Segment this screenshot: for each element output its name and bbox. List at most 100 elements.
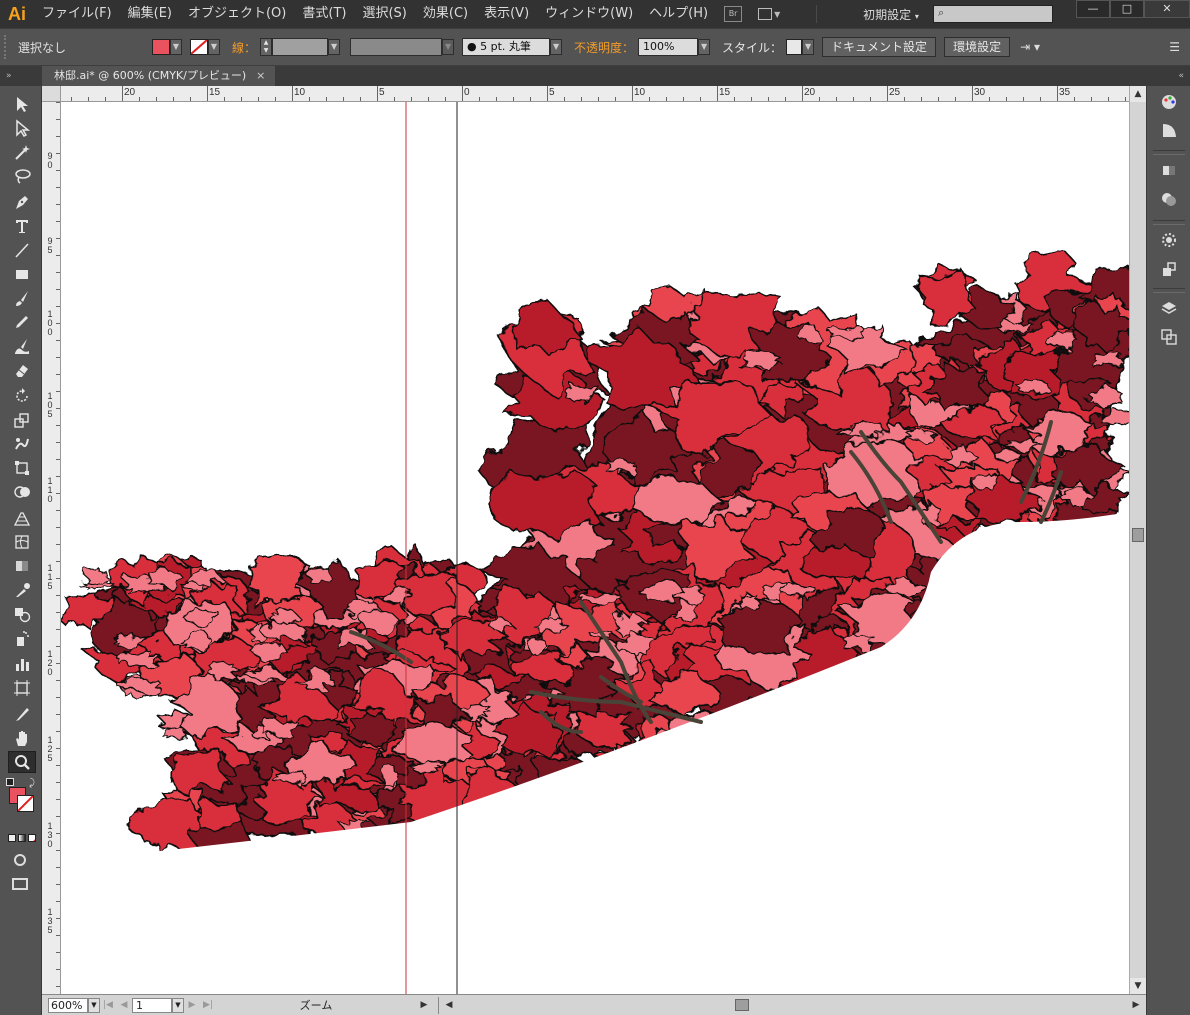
- tool-perspective-grid[interactable]: [8, 507, 36, 529]
- graphic-styles-button[interactable]: [1157, 258, 1181, 280]
- fill-swatch[interactable]: [152, 39, 170, 55]
- ruler-origin[interactable]: [42, 86, 61, 102]
- color-guide-button[interactable]: [1157, 119, 1181, 141]
- none-mode-icon[interactable]: [28, 834, 36, 842]
- tool-lasso[interactable]: [8, 165, 36, 187]
- control-bar-grip[interactable]: [4, 35, 12, 59]
- drawing-mode-icon[interactable]: [14, 854, 26, 866]
- next-artboard-icon[interactable]: ▶: [184, 998, 200, 1013]
- tool-line[interactable]: [8, 239, 36, 261]
- first-artboard-icon[interactable]: |◀: [100, 998, 116, 1013]
- fill-dropdown[interactable]: ▼: [170, 39, 182, 55]
- document-setup-button[interactable]: ドキュメント設定: [822, 37, 937, 57]
- scroll-left-arrow-icon[interactable]: ◀: [441, 997, 457, 1014]
- scroll-down-arrow-icon[interactable]: ▼: [1130, 978, 1146, 994]
- horizontal-scrollbar[interactable]: ◀ ▶: [438, 996, 1146, 1014]
- profile-dropdown[interactable]: ▼: [442, 39, 455, 55]
- transparency-button[interactable]: [1157, 188, 1181, 210]
- stroke-weight-field[interactable]: [272, 38, 329, 56]
- appearance-button[interactable]: [1157, 229, 1181, 251]
- maximize-button[interactable]: □: [1110, 0, 1144, 18]
- gradient-mode-icon[interactable]: [18, 834, 26, 842]
- stroke-dropdown[interactable]: ▼: [208, 39, 220, 55]
- tool-free-transform[interactable]: [8, 457, 36, 479]
- menu-help[interactable]: ヘルプ(H): [641, 0, 716, 28]
- zoom-level-field[interactable]: 600%: [48, 997, 88, 1013]
- brush-definition[interactable]: ● 5 pt. 丸筆: [462, 38, 551, 56]
- tool-blob-brush[interactable]: [8, 335, 36, 357]
- tools-panel-header[interactable]: »: [0, 66, 41, 86]
- arrange-documents-button[interactable]: ▼: [758, 5, 786, 23]
- tool-shape-builder[interactable]: [8, 481, 36, 503]
- color-panel-button[interactable]: [1157, 91, 1181, 113]
- layers-button[interactable]: [1157, 297, 1181, 319]
- scroll-right-arrow-icon[interactable]: ▶: [1128, 997, 1144, 1014]
- leaf-cluster[interactable]: [1092, 352, 1126, 368]
- menu-file[interactable]: ファイル(F): [34, 0, 120, 28]
- tool-pen[interactable]: [8, 191, 36, 213]
- opacity-field[interactable]: 100%: [638, 38, 699, 56]
- artboards-panel-button[interactable]: [1157, 326, 1181, 348]
- swap-fill-stroke-icon[interactable]: ⤸: [29, 778, 35, 789]
- vertical-scroll-thumb[interactable]: [1132, 528, 1144, 542]
- tool-zoom[interactable]: [8, 751, 36, 773]
- menu-select[interactable]: 選択(S): [354, 0, 414, 28]
- graphic-style-swatch[interactable]: [786, 39, 803, 55]
- tool-artboard[interactable]: [8, 677, 36, 699]
- opacity-dropdown[interactable]: ▼: [698, 39, 711, 55]
- tool-rotate[interactable]: [8, 385, 36, 407]
- stroke-weight-stepper[interactable]: ▲ ▼: [260, 38, 273, 56]
- stroke-swatch[interactable]: [190, 39, 208, 55]
- artboard-dropdown[interactable]: ▼: [172, 997, 184, 1013]
- menu-edit[interactable]: 編集(E): [120, 0, 180, 28]
- tree-illustration[interactable]: [61, 102, 1129, 994]
- tool-symbol-sprayer[interactable]: [8, 627, 36, 649]
- variable-width-profile[interactable]: [350, 38, 443, 56]
- tool-type[interactable]: [8, 215, 36, 237]
- scroll-up-arrow-icon[interactable]: ▲: [1130, 86, 1146, 102]
- fill-stroke-selector[interactable]: ⤸: [6, 778, 38, 812]
- minimize-button[interactable]: —: [1076, 0, 1110, 18]
- menu-type[interactable]: 書式(T): [294, 0, 354, 28]
- brush-dropdown[interactable]: ▼: [550, 39, 563, 55]
- bridge-button[interactable]: Br: [724, 6, 743, 22]
- tool-pencil[interactable]: [8, 311, 36, 333]
- last-artboard-icon[interactable]: ▶|: [200, 998, 216, 1013]
- tool-selection[interactable]: [8, 93, 36, 115]
- tool-blend[interactable]: [8, 603, 36, 625]
- stroke-color-swatch[interactable]: [17, 795, 34, 812]
- menu-view[interactable]: 表示(V): [476, 0, 537, 28]
- workspace-switcher[interactable]: 初期設定 ▾: [863, 6, 919, 23]
- screen-mode-icon[interactable]: [12, 878, 28, 890]
- leaf-cluster[interactable]: [605, 458, 637, 474]
- stroke-weight-dropdown[interactable]: ▼: [328, 39, 341, 55]
- color-mode-icon[interactable]: [8, 834, 16, 842]
- panel-menu-icon[interactable]: ☰: [1169, 40, 1180, 54]
- tool-magic-wand[interactable]: [8, 141, 36, 163]
- color-mode-buttons[interactable]: [8, 834, 36, 842]
- gradient-panel-button[interactable]: [1157, 159, 1181, 181]
- style-dropdown[interactable]: ▼: [802, 39, 815, 55]
- close-tab-icon[interactable]: ×: [256, 66, 265, 86]
- tool-hand[interactable]: [8, 727, 36, 749]
- menu-window[interactable]: ウィンドウ(W): [537, 0, 641, 28]
- document-tab[interactable]: 林邸.ai* @ 600% (CMYK/プレビュー) ×: [42, 66, 276, 86]
- preferences-button[interactable]: 環境設定: [944, 37, 1011, 57]
- artboard-number-field[interactable]: 1: [132, 997, 172, 1013]
- tool-mesh[interactable]: [8, 531, 36, 553]
- zoom-dropdown[interactable]: ▼: [88, 997, 100, 1013]
- status-menu-arrow-icon[interactable]: ▶: [416, 998, 432, 1013]
- default-fill-stroke-icon[interactable]: [6, 778, 14, 786]
- leaf-cluster[interactable]: [162, 727, 187, 741]
- previous-artboard-icon[interactable]: ◀: [116, 998, 132, 1013]
- align-options-icon[interactable]: ⇥ ▾: [1020, 40, 1040, 54]
- tool-gradient[interactable]: [8, 555, 36, 577]
- close-button[interactable]: ✕: [1144, 0, 1190, 18]
- artboard-canvas[interactable]: [61, 102, 1129, 994]
- search-help-field[interactable]: ⌕: [932, 5, 1053, 23]
- tool-column-graph[interactable]: [8, 653, 36, 675]
- menu-effect[interactable]: 効果(C): [415, 0, 476, 28]
- tool-slice[interactable]: [8, 703, 36, 725]
- vertical-ruler[interactable]: 9 0 9 5 1 0 0 1 0 5 1 1 0 1 1 5 1 2 0 1 2 5 1 3 …: [42, 102, 61, 994]
- stroke-label[interactable]: 線：: [232, 39, 256, 56]
